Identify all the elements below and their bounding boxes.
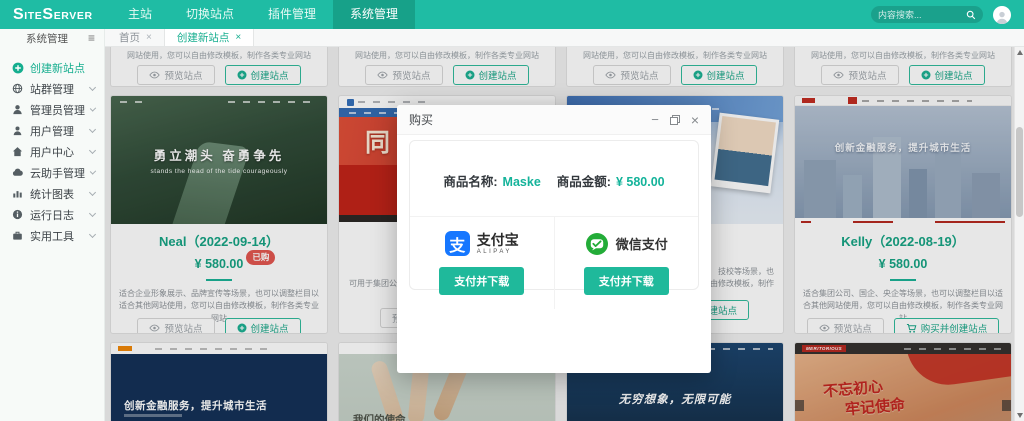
chevron-down-icon bbox=[90, 105, 96, 111]
product-info: 商品名称: Maske 商品金额: ¥ 580.00 bbox=[410, 171, 698, 190]
sidebar: 系统管理 ≡ 创建新站点 站群管理 管理员管理 用户管理 用户中心 bbox=[0, 29, 105, 421]
avatar[interactable] bbox=[993, 6, 1011, 24]
sidebar-item-create-site[interactable]: 创建新站点 bbox=[0, 57, 104, 78]
nav-system-manage[interactable]: 系统管理 bbox=[333, 0, 415, 29]
briefcase-icon bbox=[12, 230, 24, 242]
scroll-down-icon[interactable] bbox=[1017, 413, 1023, 418]
purchase-dialog: 购买 − × 商品名称: Maske 商品金额: ¥ 580.00 支 支付宝 AL… bbox=[397, 105, 711, 373]
info-icon bbox=[12, 209, 24, 221]
wechat-option: 微信支付 支付并下载 bbox=[554, 217, 699, 309]
tab-home[interactable]: 首页 × bbox=[107, 29, 164, 46]
chevron-down-icon bbox=[89, 84, 96, 91]
chevron-down-icon bbox=[90, 168, 96, 174]
sites-icon bbox=[12, 83, 24, 95]
alipay-logo: 支 支付宝 ALIPAY bbox=[445, 231, 519, 256]
admin-icon bbox=[12, 104, 24, 116]
minimize-icon[interactable]: − bbox=[651, 115, 659, 125]
product-amount-value: ¥ 580.00 bbox=[616, 175, 665, 189]
chevron-down-icon bbox=[89, 126, 96, 133]
product-name-label: 商品名称: bbox=[443, 175, 497, 189]
alipay-pay-download-button[interactable]: 支付并下载 bbox=[439, 267, 524, 295]
sidebar-item-utilities[interactable]: 实用工具 bbox=[0, 225, 104, 246]
search-input[interactable] bbox=[878, 10, 966, 20]
close-icon[interactable]: × bbox=[691, 112, 699, 128]
chevron-down-icon bbox=[89, 147, 96, 154]
chevron-down-icon bbox=[89, 189, 96, 196]
scroll-up-icon[interactable] bbox=[1017, 50, 1023, 55]
scrollbar-thumb[interactable] bbox=[1016, 127, 1023, 217]
dialog-body: 商品名称:Maske 商品金额:¥ 580.00 支 支付宝 ALIPAY 支付… bbox=[409, 140, 699, 290]
topbar: SITESERVER 主站 切换站点 插件管理 系统管理 bbox=[0, 0, 1024, 29]
sidebar-item-run-log[interactable]: 运行日志 bbox=[0, 204, 104, 225]
person-icon bbox=[994, 10, 1010, 24]
nav-switch-site[interactable]: 切换站点 bbox=[169, 0, 251, 29]
dialog-title: 购买 bbox=[409, 111, 433, 128]
sidebar-item-cloud-assistant[interactable]: 云助手管理 bbox=[0, 162, 104, 183]
maximize-icon[interactable] bbox=[670, 115, 680, 125]
sidebar-item-user-manage[interactable]: 用户管理 bbox=[0, 120, 104, 141]
search-box[interactable] bbox=[871, 6, 983, 23]
product-name-value: Maske bbox=[503, 175, 541, 189]
sidebar-title: 系统管理 bbox=[26, 31, 68, 46]
wechat-icon bbox=[585, 232, 609, 256]
wechat-pay-logo: 微信支付 bbox=[585, 232, 668, 256]
dialog-titlebar: 购买 − × bbox=[397, 105, 711, 135]
sidebar-item-user-center[interactable]: 用户中心 bbox=[0, 141, 104, 162]
product-amount-label: 商品金额: bbox=[557, 175, 611, 189]
chevron-down-icon bbox=[89, 210, 96, 217]
app-logo[interactable]: SITESERVER bbox=[0, 6, 105, 24]
chevron-down-icon bbox=[89, 231, 96, 238]
nav-plugin-manage[interactable]: 插件管理 bbox=[251, 0, 333, 29]
close-icon[interactable]: × bbox=[146, 32, 152, 43]
chart-icon bbox=[12, 188, 24, 200]
tab-create-site[interactable]: 创建新站点 × bbox=[164, 29, 254, 46]
topbar-right bbox=[871, 6, 1024, 24]
wechat-pay-download-button[interactable]: 支付并下载 bbox=[584, 267, 669, 295]
plus-circle-icon bbox=[12, 62, 24, 74]
home-icon bbox=[12, 146, 24, 158]
close-icon[interactable]: × bbox=[235, 32, 241, 43]
sidebar-item-site-group[interactable]: 站群管理 bbox=[0, 78, 104, 99]
nav-main-site[interactable]: 主站 bbox=[111, 0, 169, 29]
sidebar-item-admin-manage[interactable]: 管理员管理 bbox=[0, 99, 104, 120]
alipay-icon: 支 bbox=[445, 231, 470, 256]
tab-bar: 首页 × 创建新站点 × bbox=[105, 29, 1024, 47]
collapse-menu-icon[interactable]: ≡ bbox=[88, 31, 95, 45]
vertical-scrollbar[interactable] bbox=[1014, 47, 1024, 421]
logo-text: S bbox=[13, 6, 24, 23]
top-navigation: 主站 切换站点 插件管理 系统管理 bbox=[111, 0, 415, 29]
cloud-icon bbox=[12, 167, 24, 179]
alipay-option: 支 支付宝 ALIPAY 支付并下载 bbox=[410, 217, 554, 309]
search-icon bbox=[966, 10, 976, 20]
users-icon bbox=[12, 125, 24, 137]
sidebar-item-statistics[interactable]: 统计图表 bbox=[0, 183, 104, 204]
